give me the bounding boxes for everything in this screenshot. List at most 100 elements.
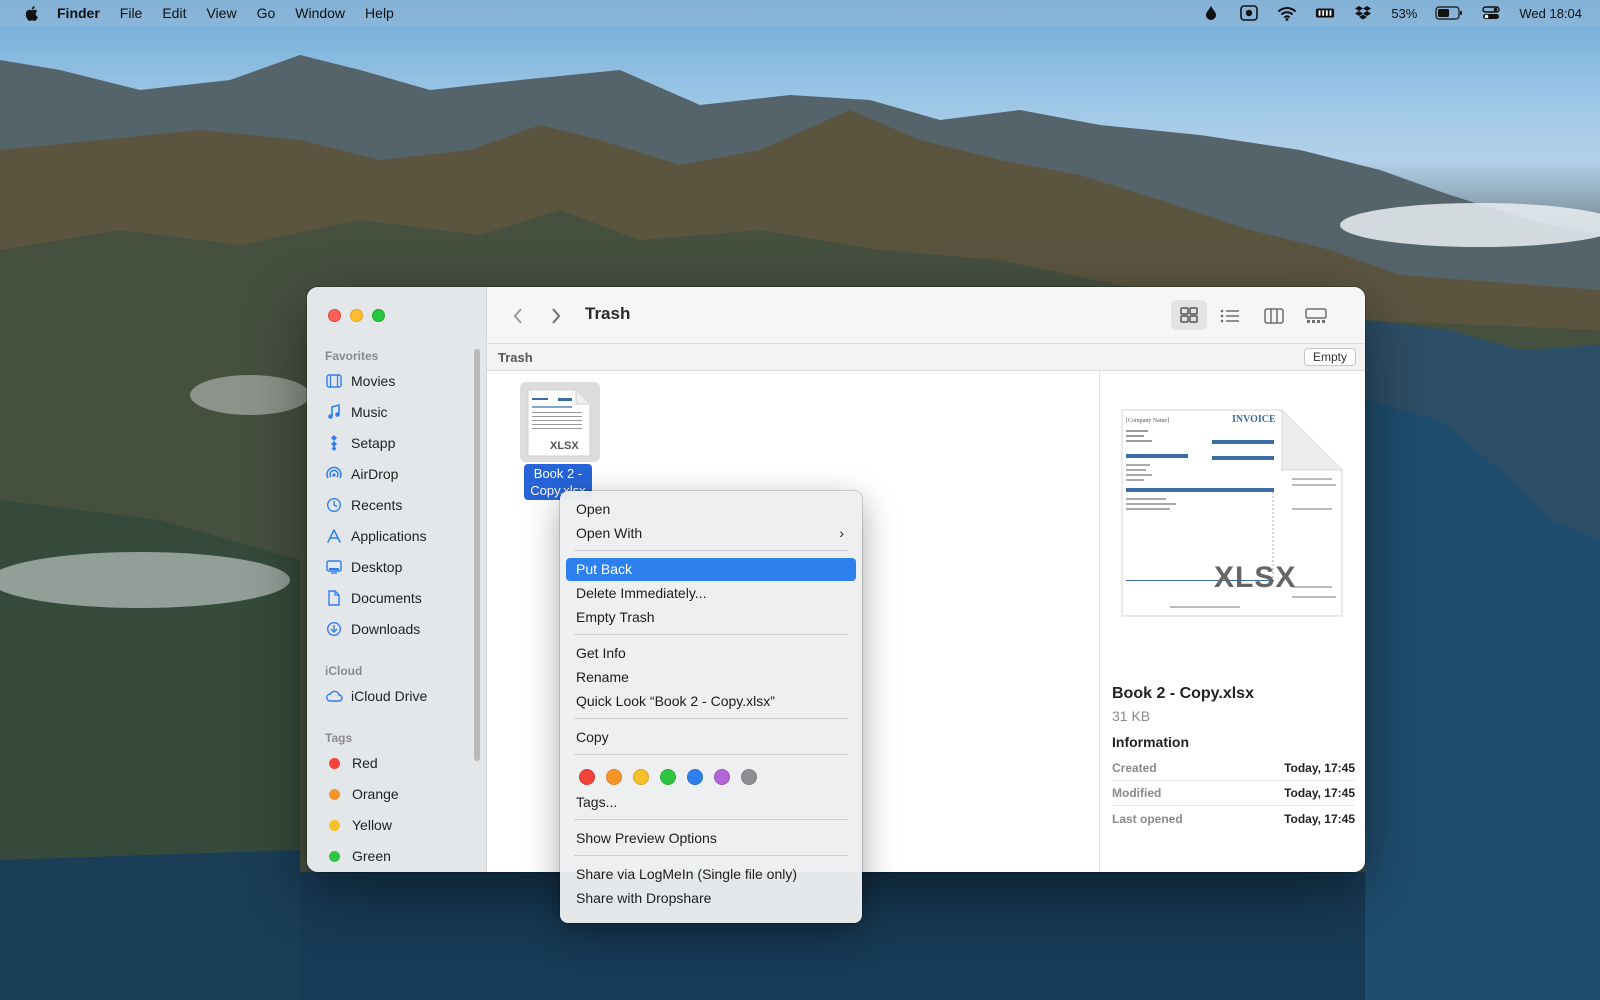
setapp-icon (325, 434, 343, 452)
icon-view-button[interactable] (1171, 300, 1207, 330)
empty-trash-button[interactable]: Empty (1303, 348, 1356, 366)
file-type-badge: XLSX (550, 440, 579, 452)
orange-tag-icon (329, 788, 340, 800)
sidebar-item-music[interactable]: Music (325, 399, 475, 425)
minimize-button[interactable] (350, 309, 363, 322)
menu-item-get-info[interactable]: Get Info (566, 642, 856, 665)
preview-file-type-badge: XLSX (1214, 561, 1297, 594)
preview-pane: [Company Name] INVOICE XLSX Book 2 - Cop… (1099, 371, 1365, 872)
control-center-icon[interactable] (1481, 4, 1501, 22)
menu-file[interactable]: File (120, 5, 143, 21)
apple-logo-icon[interactable] (24, 5, 41, 22)
list-view-button[interactable] (1213, 287, 1247, 344)
menu-separator (574, 855, 848, 856)
menu-item-share-logmein[interactable]: Share via LogMeIn (Single file only) (566, 863, 856, 886)
sidebar-item-label: Yellow (352, 817, 392, 833)
screenshot-icon[interactable] (1239, 4, 1259, 22)
menu-extras: 53% Wed 18:04 (1201, 0, 1582, 26)
sidebar-item-label: Green (352, 848, 391, 864)
sidebar-tag-yellow[interactable]: Yellow (325, 812, 475, 838)
tag-purple-button[interactable] (714, 769, 730, 785)
menu-clock[interactable]: Wed 18:04 (1519, 6, 1582, 21)
battery-icon[interactable] (1435, 4, 1463, 22)
sidebar-item-icloud-drive[interactable]: iCloud Drive (325, 683, 475, 709)
menu-item-quick-look[interactable]: Quick Look “Book 2 - Copy.xlsx” (566, 690, 856, 713)
sidebar-item-documents[interactable]: Documents (325, 585, 475, 611)
sidebar-tag-green[interactable]: Green (325, 843, 475, 869)
sidebar-item-airdrop[interactable]: AirDrop (325, 461, 475, 487)
menu-edit[interactable]: Edit (162, 5, 186, 21)
menu-finder[interactable]: Finder (57, 5, 100, 21)
menu-separator (574, 550, 848, 551)
sidebar-scrollbar[interactable] (474, 349, 480, 761)
column-view-button[interactable] (1257, 287, 1291, 344)
gallery-view-button[interactable] (1299, 287, 1333, 344)
sidebar-item-recents[interactable]: Recents (325, 492, 475, 518)
menu-window[interactable]: Window (295, 5, 345, 21)
preview-row-key: Modified (1112, 786, 1162, 800)
sidebar-item-label: AirDrop (351, 466, 399, 482)
sidebar-item-setapp[interactable]: Setapp (325, 430, 475, 456)
drop-icon[interactable] (1201, 4, 1221, 22)
battery-percentage: 53% (1391, 5, 1418, 21)
sidebar-item-desktop[interactable]: Desktop (325, 554, 475, 580)
wifi-icon[interactable] (1277, 4, 1297, 22)
sidebar-item-label: Desktop (351, 559, 403, 575)
menu-item-share-dropshare[interactable]: Share with Dropshare (566, 887, 856, 910)
sidebar-tag-orange[interactable]: Orange (325, 781, 475, 807)
tag-red-button[interactable] (579, 769, 595, 785)
sidebar-header-favorites: Favorites (325, 349, 379, 363)
forward-button[interactable] (543, 287, 569, 344)
menu-go[interactable]: Go (257, 5, 276, 21)
preview-row-value: Today, 17:45 (1284, 786, 1355, 800)
menu-item-open-with[interactable]: Open With › (566, 522, 856, 545)
path-bar: Trash Empty (487, 344, 1365, 371)
preview-company-text: [Company Name] (1126, 418, 1169, 424)
sidebar-item-downloads[interactable]: Downloads (325, 616, 475, 642)
preview-row-value: Today, 17:45 (1284, 811, 1355, 826)
menu-item-tags[interactable]: Tags... (566, 791, 856, 814)
close-button[interactable] (328, 309, 341, 322)
tag-green-button[interactable] (660, 769, 676, 785)
sidebar-item-label: Applications (351, 528, 427, 544)
download-icon (325, 620, 343, 638)
document-icon (325, 589, 343, 607)
menu-item-show-preview-options[interactable]: Show Preview Options (566, 827, 856, 850)
menu-item-open[interactable]: Open (566, 498, 856, 521)
sidebar-item-movies[interactable]: Movies (325, 368, 475, 394)
sidebar-tag-red[interactable]: Red (325, 750, 475, 776)
film-icon (325, 372, 343, 390)
zoom-button[interactable] (372, 309, 385, 322)
back-button[interactable] (505, 287, 531, 344)
menu-item-rename[interactable]: Rename (566, 666, 856, 689)
menu-tag-colors (579, 769, 757, 785)
sidebar-item-applications[interactable]: Applications (325, 523, 475, 549)
menu-item-delete-immediately[interactable]: Delete Immediately... (566, 582, 856, 605)
airdrop-icon (325, 465, 343, 483)
preview-invoice-heading: INVOICE (1232, 414, 1276, 425)
menu-view[interactable]: View (206, 5, 236, 21)
yellow-tag-icon (329, 819, 340, 831)
preview-row-value: Today, 17:45 (1284, 761, 1355, 775)
menu-item-copy[interactable]: Copy (566, 726, 856, 749)
menu-help[interactable]: Help (365, 5, 394, 21)
desktop-icon (325, 558, 343, 576)
preview-info-header: Information (1112, 734, 1189, 750)
menu-item-empty-trash[interactable]: Empty Trash (566, 606, 856, 629)
memory-icon[interactable] (1315, 4, 1335, 22)
menu-bar: Finder File Edit View Go Window Help 53%… (0, 0, 1600, 26)
menu-item-put-back[interactable]: Put Back (566, 558, 856, 581)
preview-row-last-opened: Last opened Today, 17:45 (1112, 806, 1355, 831)
tag-blue-button[interactable] (687, 769, 703, 785)
sidebar: Favorites Movies Music Setapp AirDrop Re… (307, 287, 487, 872)
tag-gray-button[interactable] (741, 769, 757, 785)
preview-file-size: 31 KB (1112, 708, 1151, 724)
tag-yellow-button[interactable] (633, 769, 649, 785)
clock-icon (325, 496, 343, 514)
dropbox-icon[interactable] (1353, 4, 1373, 22)
sidebar-item-label: Orange (352, 786, 399, 802)
file-icon[interactable]: XLSX (520, 382, 600, 462)
sidebar-header-tags: Tags (325, 731, 353, 745)
context-menu: Open Open With › Put Back Delete Immedia… (560, 491, 862, 923)
tag-orange-button[interactable] (606, 769, 622, 785)
